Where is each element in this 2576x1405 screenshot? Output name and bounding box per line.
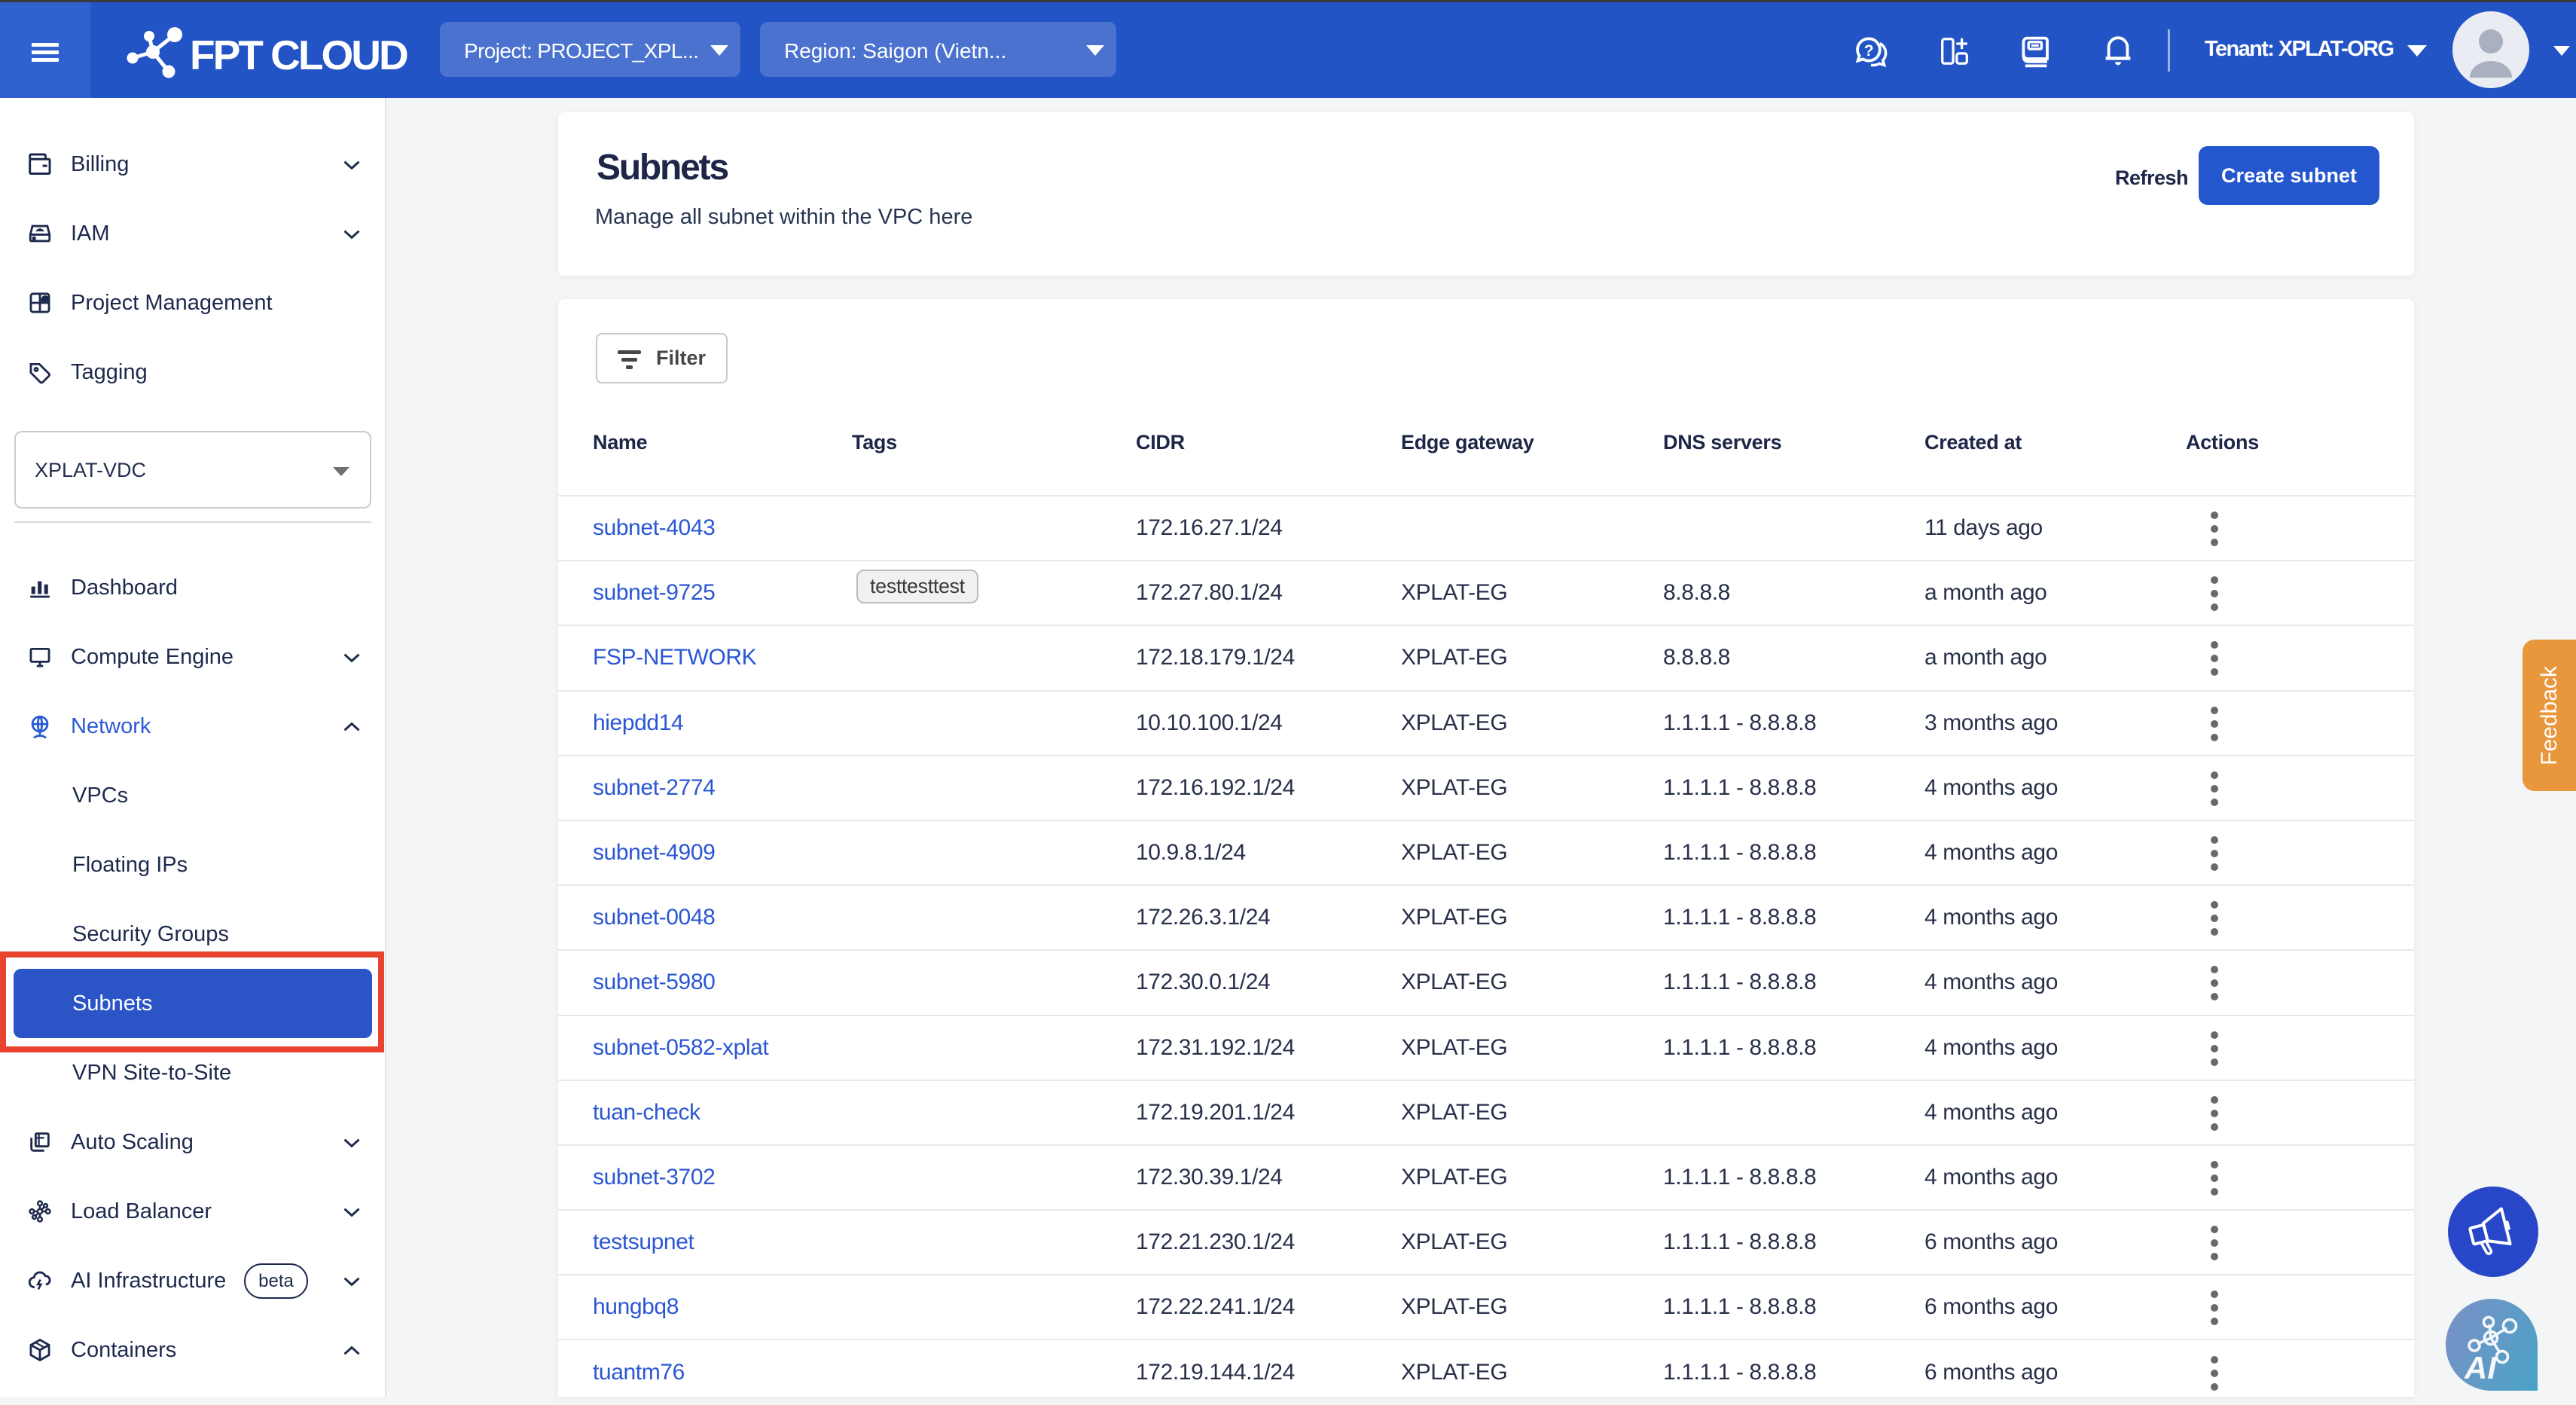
svg-text:?: ? xyxy=(1864,42,1874,60)
svg-text:AI: AI xyxy=(2464,1350,2497,1385)
